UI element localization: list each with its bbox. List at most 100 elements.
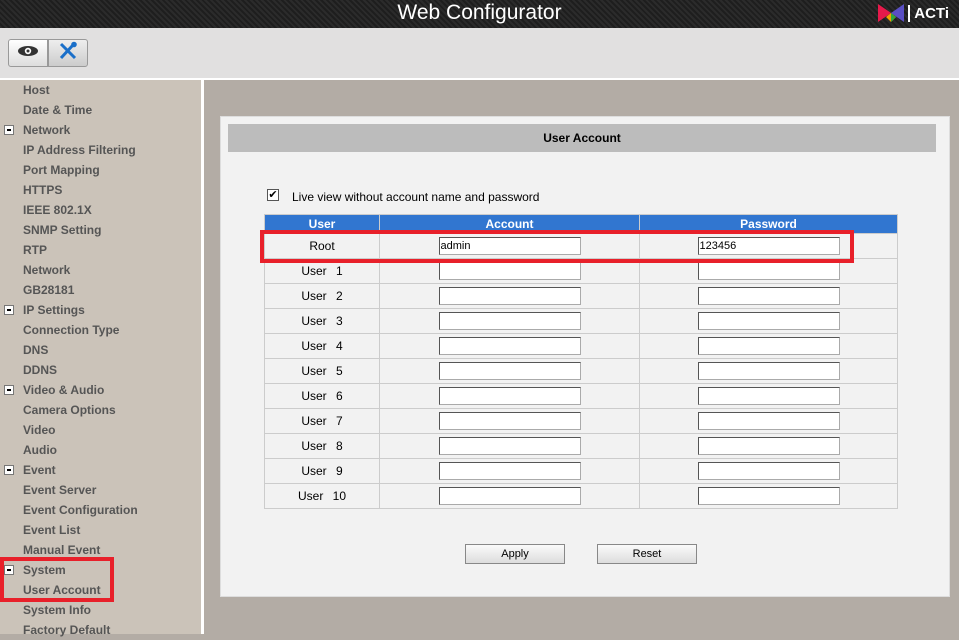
sidebar-item[interactable]: Port Mapping	[23, 160, 100, 180]
table-row: User 8	[264, 433, 898, 459]
account-input[interactable]	[438, 462, 581, 480]
sidebar-item[interactable]: Event List	[23, 520, 80, 540]
sidebar-item[interactable]: Network	[23, 260, 70, 280]
header-bar: Web Configurator ACTi	[0, 0, 959, 28]
sidebar-item[interactable]: DNS	[23, 340, 48, 360]
live-view-button[interactable]	[8, 39, 48, 67]
password-input[interactable]	[697, 362, 840, 380]
sidebar-item[interactable]: SNMP Setting	[23, 220, 101, 240]
sidebar-item-label: RTP	[23, 243, 47, 257]
account-cell	[379, 308, 640, 334]
sidebar-item-label: Network	[23, 263, 71, 277]
sidebar-group[interactable]: Network	[4, 120, 70, 140]
password-cell	[639, 458, 898, 484]
sidebar-group[interactable]: Video & Audio	[4, 380, 105, 400]
password-cell	[639, 408, 898, 434]
account-input[interactable]	[438, 262, 581, 280]
collapse-icon[interactable]	[4, 465, 14, 475]
sidebar-item-label: Date & Time	[23, 103, 93, 117]
sidebar-item[interactable]: DDNS	[23, 360, 57, 380]
password-input[interactable]	[697, 287, 840, 305]
sidebar-item[interactable]: RTP	[23, 240, 47, 260]
user-name: User 2	[264, 283, 380, 309]
password-input[interactable]	[697, 487, 840, 505]
sidebar-item-label: Camera Options	[23, 403, 116, 417]
sidebar-item[interactable]: IEEE 802.1X	[23, 200, 92, 220]
password-cell	[639, 383, 898, 409]
account-input[interactable]	[438, 487, 581, 505]
sidebar-item-label: IP Settings	[23, 303, 85, 317]
collapse-icon[interactable]	[4, 385, 14, 395]
user-name: User 3	[264, 308, 380, 334]
account-input[interactable]	[438, 412, 581, 430]
table-row: User 5	[264, 358, 898, 384]
password-cell	[639, 358, 898, 384]
user-name: User 8	[264, 433, 380, 459]
sidebar-item[interactable]: System Info	[23, 600, 91, 620]
setup-button[interactable]	[48, 39, 88, 67]
account-input[interactable]	[438, 437, 581, 455]
account-cell	[379, 483, 640, 509]
sidebar-item[interactable]: Event Server	[23, 480, 96, 500]
sidebar-group[interactable]: IP Settings	[4, 300, 85, 320]
password-cell	[639, 283, 898, 309]
table-row: User 3	[264, 308, 898, 334]
account-input[interactable]	[438, 362, 581, 380]
sidebar-item[interactable]: Host	[23, 80, 50, 100]
sidebar-group[interactable]: Event	[4, 460, 56, 480]
collapse-icon[interactable]	[4, 125, 14, 135]
table-row: User 9	[264, 458, 898, 484]
user-account-panel: User Account ✔ Live view without account…	[220, 116, 950, 597]
panel-title: User Account	[228, 124, 936, 152]
sidebar-item-label: Audio	[23, 443, 57, 457]
sidebar-item[interactable]: Date & Time	[23, 100, 92, 120]
sidebar-item-label: Event	[23, 463, 56, 477]
password-input[interactable]	[697, 387, 840, 405]
password-input[interactable]	[697, 462, 840, 480]
account-cell	[379, 283, 640, 309]
sidebar-item[interactable]: Connection Type	[23, 320, 119, 340]
password-input[interactable]	[697, 437, 840, 455]
sidebar-item-label: Port Mapping	[23, 163, 100, 177]
sidebar-item-label: GB28181	[23, 283, 75, 297]
user-name: User 10	[264, 483, 380, 509]
sidebar-item-label: Video & Audio	[23, 383, 105, 397]
sidebar-item[interactable]: Camera Options	[23, 400, 116, 420]
collapse-icon[interactable]	[4, 305, 14, 315]
root-row-highlight	[260, 230, 854, 263]
account-cell	[379, 333, 640, 359]
account-cell	[379, 458, 640, 484]
account-input[interactable]	[438, 287, 581, 305]
password-input[interactable]	[697, 337, 840, 355]
sidebar-item[interactable]: Factory Default	[23, 620, 110, 640]
password-input[interactable]	[697, 262, 840, 280]
password-input[interactable]	[697, 312, 840, 330]
toolbar	[0, 28, 959, 78]
account-input[interactable]	[438, 387, 581, 405]
user-name: User 5	[264, 358, 380, 384]
sidebar-item[interactable]: Video	[23, 420, 55, 440]
sidebar-item-label: Manual Event	[23, 543, 101, 557]
password-input[interactable]	[697, 412, 840, 430]
app-title: Web Configurator	[397, 1, 562, 24]
account-cell	[379, 358, 640, 384]
sidebar-item[interactable]: IP Address Filtering	[23, 140, 136, 160]
table-row: User 2	[264, 283, 898, 309]
sidebar-item[interactable]: Event Configuration	[23, 500, 138, 520]
reset-button[interactable]: Reset	[597, 544, 697, 564]
sidebar-item-label: HTTPS	[23, 183, 63, 197]
account-input[interactable]	[438, 312, 581, 330]
account-input[interactable]	[438, 337, 581, 355]
live-view-checkbox[interactable]: ✔	[267, 189, 279, 201]
table-row: User 6	[264, 383, 898, 409]
sidebar-item-label: SNMP Setting	[23, 223, 102, 237]
sidebar-item-label: Connection Type	[23, 323, 120, 337]
live-view-label: Live view without account name and passw…	[292, 190, 540, 204]
sidebar-item[interactable]: Audio	[23, 440, 57, 460]
sidebar-highlight	[0, 557, 114, 602]
apply-button[interactable]: Apply	[465, 544, 565, 564]
sidebar-item[interactable]: GB28181	[23, 280, 74, 300]
password-cell	[639, 483, 898, 509]
sidebar-item[interactable]: HTTPS	[23, 180, 62, 200]
user-name: User 6	[264, 383, 380, 409]
